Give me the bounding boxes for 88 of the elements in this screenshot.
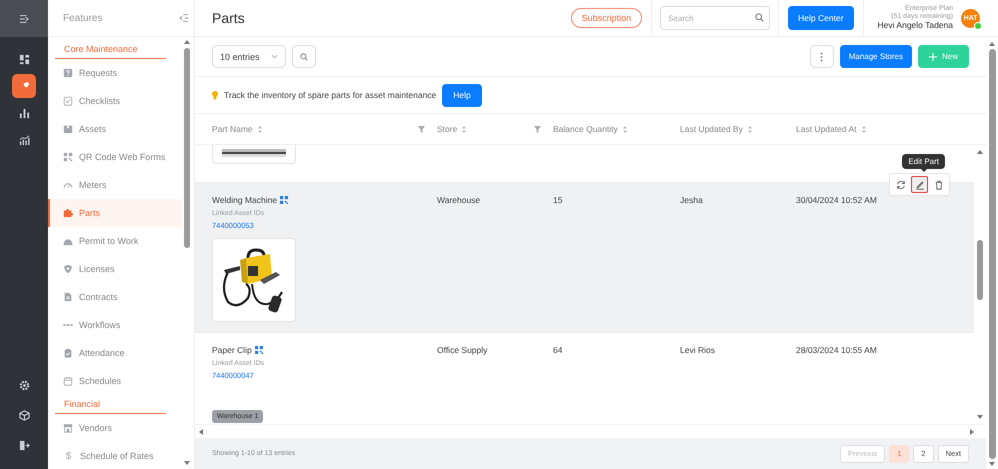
qr-code-icon[interactable] (280, 196, 288, 204)
info-text: Track the inventory of spare parts for asset maintenance (224, 90, 436, 100)
page-title: Parts (212, 10, 246, 26)
rail-item[interactable] (12, 74, 36, 98)
part-name[interactable]: Welding Machine (212, 195, 278, 205)
menu-icon[interactable] (19, 14, 29, 24)
filter-icon[interactable] (534, 126, 541, 132)
store-cell: Office Supply (437, 345, 488, 355)
column-header[interactable]: Last Updated At (796, 124, 856, 134)
question-icon (63, 68, 73, 78)
plus-icon (928, 52, 937, 60)
sidebar-item[interactable]: $ Schedule of Rates (48, 442, 182, 469)
sidebar-item[interactable]: QR Code Web Forms (48, 143, 182, 171)
sidebar-item[interactable]: Requests (48, 59, 182, 87)
edit-button[interactable] (911, 176, 928, 193)
scroll-down-arrow-icon[interactable] (977, 415, 983, 419)
search-icon (300, 52, 308, 60)
dashboard-icon (18, 54, 30, 64)
column-header[interactable]: Balance Quantity (553, 124, 618, 134)
sidebar-item[interactable]: Assets (48, 115, 182, 143)
refresh-icon (896, 180, 906, 190)
manage-stores-button[interactable]: Manage Stores (840, 45, 912, 68)
more-icon (820, 52, 824, 62)
chevron-down-icon (271, 54, 278, 59)
puzzle-icon (63, 208, 73, 218)
sidebar-item[interactable]: Vendors (48, 414, 182, 442)
sidebar-item[interactable]: Attendance (48, 339, 182, 367)
help-center-button[interactable]: Help Center (788, 6, 854, 30)
trash-icon (934, 180, 944, 190)
updated-at-cell: 30/04/2024 10:52 AM (796, 195, 877, 205)
column-header[interactable]: Part Name (212, 124, 253, 134)
search-field[interactable]: Search (660, 6, 770, 30)
sidebar-item[interactable]: Permit to Work (48, 227, 182, 255)
scroll-up-arrow-icon[interactable] (989, 42, 995, 46)
sidebar-item[interactable]: Schedules (48, 367, 182, 395)
qr-code-icon[interactable] (254, 346, 263, 354)
settings-icon[interactable] (18, 380, 30, 390)
scrollbar-thumb[interactable] (988, 49, 996, 459)
bar-chart-icon (18, 134, 30, 146)
column-header[interactable]: Store (437, 124, 458, 134)
sidebar-item[interactable]: Meters (48, 171, 182, 199)
shield-icon (63, 264, 73, 274)
qr-code-icon (63, 152, 73, 162)
updated-by-cell: Levi Rios (680, 345, 715, 355)
tooltip: Edit Part (902, 154, 945, 169)
subscription-button[interactable]: Subscription (570, 8, 642, 28)
box-icon (63, 124, 73, 134)
sidebar-item[interactable]: Checklists (48, 87, 182, 115)
clipboard-icon (63, 348, 73, 358)
updated-at-cell: 28/03/2024 10:55 AM (796, 345, 877, 355)
store-cell: Warehouse (437, 195, 480, 205)
part-name[interactable]: Paper Clip (212, 345, 252, 355)
scrollbar-thumb[interactable] (184, 48, 190, 248)
sidebar-title: Features (63, 12, 102, 24)
search-icon (755, 13, 764, 22)
scroll-down-arrow-icon[interactable] (989, 462, 995, 466)
cube-icon[interactable] (18, 410, 30, 420)
sidebar-item[interactable]: Contracts (48, 283, 182, 311)
dollar-icon: $ (63, 450, 74, 462)
logout-icon[interactable] (18, 440, 30, 450)
quantity-cell: 15 (553, 195, 562, 205)
scroll-up-arrow-icon[interactable] (977, 150, 983, 154)
scroll-down-arrow-icon[interactable] (184, 461, 190, 465)
entries-dropdown[interactable]: 10 entries (212, 45, 286, 68)
column-header[interactable]: Last Updated By (680, 124, 743, 134)
sidebar-item[interactable]: Licenses (48, 255, 182, 283)
sidebar-item[interactable]: Parts (48, 199, 182, 227)
scrollbar-thumb[interactable] (977, 240, 983, 300)
quantity-cell: 64 (553, 345, 562, 355)
new-button[interactable]: New (918, 45, 969, 68)
section-heading: Core Maintenance (55, 40, 166, 59)
calendar-icon (63, 376, 73, 386)
search-button[interactable] (292, 45, 316, 68)
scroll-right-arrow-icon[interactable] (970, 428, 974, 434)
checklist-icon (63, 96, 73, 106)
scroll-left-arrow-icon[interactable] (199, 428, 203, 434)
help-button[interactable]: Help (442, 84, 482, 106)
collapse-icon[interactable] (179, 13, 189, 23)
pencil-icon (914, 180, 924, 190)
sidebar-item[interactable]: Workflows (48, 311, 182, 339)
user-name: Hevi Angelo Tadena (878, 21, 953, 31)
section-heading: Financial (55, 395, 166, 414)
updated-by-cell: Jesha (680, 195, 703, 205)
lightbulb-icon (212, 90, 218, 100)
scroll-up-arrow-icon[interactable] (184, 40, 190, 44)
document-icon (63, 292, 73, 302)
filter-icon[interactable] (418, 126, 425, 132)
storefront-icon (63, 423, 73, 433)
